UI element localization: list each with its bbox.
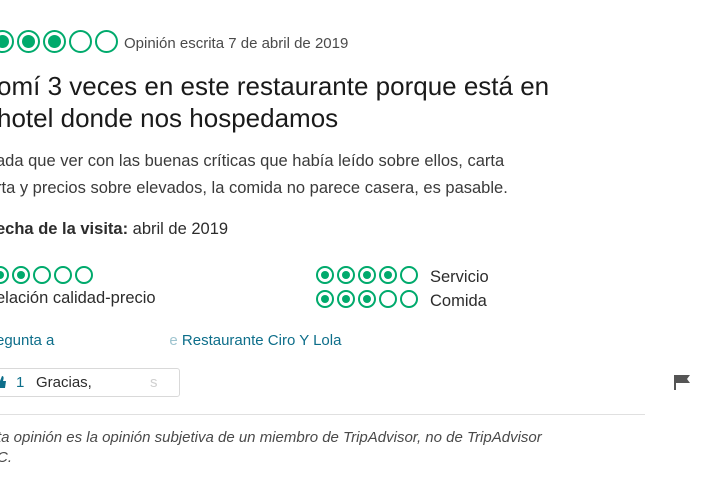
bubble-filled-icon xyxy=(17,30,40,53)
value-rating-label: elación calidad-precio xyxy=(0,289,156,307)
review-title[interactable]: omí 3 veces en este restaurante porque e… xyxy=(0,70,717,134)
food-rating-bubbles xyxy=(316,290,418,308)
visit-date: echa de la visita: abril de 2019 xyxy=(0,220,228,239)
bubble-empty-icon xyxy=(54,266,72,284)
visit-date-value: abril de 2019 xyxy=(132,220,229,238)
bubble-filled-icon xyxy=(316,290,334,308)
flag-icon[interactable] xyxy=(673,374,691,390)
ask-restaurant-name[interactable]: Restaurante Ciro Y Lola xyxy=(182,332,342,349)
food-rating-label: Comida xyxy=(430,292,487,310)
review-rating-bubbles xyxy=(0,30,118,53)
thumbs-up-icon xyxy=(0,376,6,388)
bubble-filled-icon xyxy=(0,266,9,284)
bubble-filled-icon xyxy=(0,30,14,53)
bubble-empty-icon xyxy=(379,290,397,308)
bubble-filled-icon xyxy=(316,266,334,284)
bubble-filled-icon xyxy=(358,266,376,284)
disclaimer-line-1: ta opinión es la opinión subjetiva de un… xyxy=(0,429,542,446)
review-body-line-2: rta y precios sobre elevados, la comida … xyxy=(0,179,508,197)
review-title-line-2[interactable]: hotel donde nos hospedamos xyxy=(0,102,717,134)
thanks-label[interactable]: Gracias, xyxy=(36,374,92,391)
divider xyxy=(0,414,645,415)
bubble-filled-icon xyxy=(12,266,30,284)
review-disclaimer: ta opinión es la opinión subjetiva de un… xyxy=(0,428,687,468)
review-body-line-1: ada que ver con las buenas críticas que … xyxy=(0,152,505,170)
thanks-count[interactable]: 1 xyxy=(16,374,24,391)
bubble-filled-icon xyxy=(43,30,66,53)
review-title-line-1[interactable]: omí 3 veces en este restaurante porque e… xyxy=(0,70,717,102)
bubble-empty-icon xyxy=(75,266,93,284)
value-rating-bubbles xyxy=(0,266,93,284)
bubble-filled-icon xyxy=(379,266,397,284)
disclaimer-line-2: C. xyxy=(0,449,12,466)
bubble-filled-icon xyxy=(358,290,376,308)
bubble-filled-icon xyxy=(337,266,355,284)
review-body: ada que ver con las buenas críticas que … xyxy=(0,148,716,202)
ask-prefix[interactable]: egunta a xyxy=(0,332,54,349)
bubble-empty-icon xyxy=(69,30,92,53)
review-written-date: Opinión escrita 7 de abril de 2019 xyxy=(124,35,349,52)
bubble-empty-icon xyxy=(400,266,418,284)
thanks-faded-text: s xyxy=(150,374,158,391)
bubble-empty-icon xyxy=(95,30,118,53)
bubble-filled-icon xyxy=(337,290,355,308)
service-rating-label: Servicio xyxy=(430,268,489,286)
ask-question-link[interactable]: egunta ae Restaurante Ciro Y Lola xyxy=(0,332,341,349)
bubble-empty-icon xyxy=(400,290,418,308)
service-rating-bubbles xyxy=(316,266,418,284)
visit-date-label: echa de la visita: xyxy=(0,220,129,238)
bubble-empty-icon xyxy=(33,266,51,284)
